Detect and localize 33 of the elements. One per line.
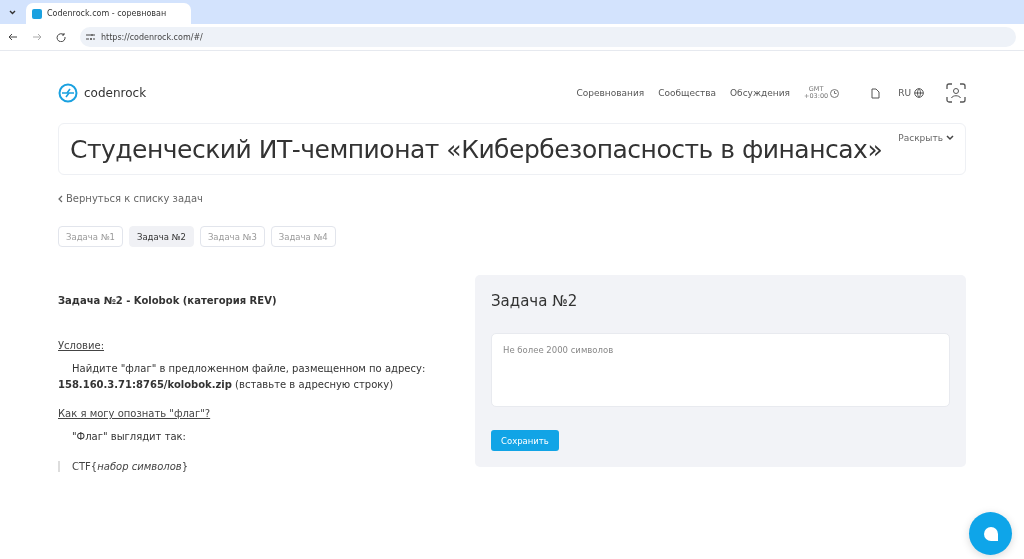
back-link[interactable]: Вернуться к списку задач bbox=[66, 193, 203, 204]
back-icon[interactable] bbox=[8, 32, 18, 42]
panel-title: Задача №2 bbox=[491, 292, 579, 310]
paragraph: "Флаг" выглядит так: bbox=[71, 430, 187, 444]
profile-icon[interactable] bbox=[946, 83, 966, 103]
task-tab[interactable]: Задача №2 bbox=[128, 226, 194, 247]
chevron-down-icon bbox=[8, 9, 16, 15]
nav-link[interactable]: Соревнования bbox=[576, 88, 645, 98]
expand-link[interactable]: Раскрыть bbox=[898, 133, 954, 143]
chevron-icon bbox=[946, 135, 954, 141]
site-settings-icon bbox=[86, 33, 95, 41]
chat-button[interactable] bbox=[969, 512, 1012, 555]
nav-link[interactable]: Обсуждения bbox=[730, 88, 790, 98]
section-heading: Как я могу опознать "флаг"? bbox=[58, 408, 212, 419]
answer-field[interactable]: Не более 2000 символов bbox=[491, 333, 950, 407]
logo-icon bbox=[58, 83, 78, 103]
globe-icon bbox=[914, 88, 924, 98]
task-heading: Задача №2 - Kolobok (категория REV) bbox=[58, 295, 278, 306]
logo-text[interactable]: codenrock bbox=[84, 86, 147, 100]
chat-bubble-icon bbox=[982, 525, 999, 542]
reload-icon[interactable] bbox=[56, 32, 66, 42]
favicon-icon bbox=[32, 8, 42, 19]
language-selector[interactable]: RU bbox=[898, 88, 911, 98]
clock-icon bbox=[830, 88, 840, 98]
nav-link[interactable]: Сообщества bbox=[658, 88, 717, 98]
flag-format-quote: CTF{набор символов} bbox=[58, 460, 445, 472]
browser-tab[interactable]: Codenrock.com - соревнован bbox=[26, 3, 191, 24]
address-bar[interactable]: https://codenrock.com/#/ bbox=[80, 27, 1016, 47]
page-title: Студенческий ИТ-чемпионат «Кибербезопасность в финансах» bbox=[70, 134, 883, 164]
chevron-left-icon bbox=[58, 194, 63, 203]
paragraph: Найдите "флаг" в предложенном файле, размещенном по адресу: 158.160.3.71:8765/kolobok.zip (вставьте в адресную строку) bbox=[58, 362, 427, 392]
document-icon[interactable] bbox=[871, 87, 881, 99]
section-heading: Условие: bbox=[58, 340, 105, 351]
